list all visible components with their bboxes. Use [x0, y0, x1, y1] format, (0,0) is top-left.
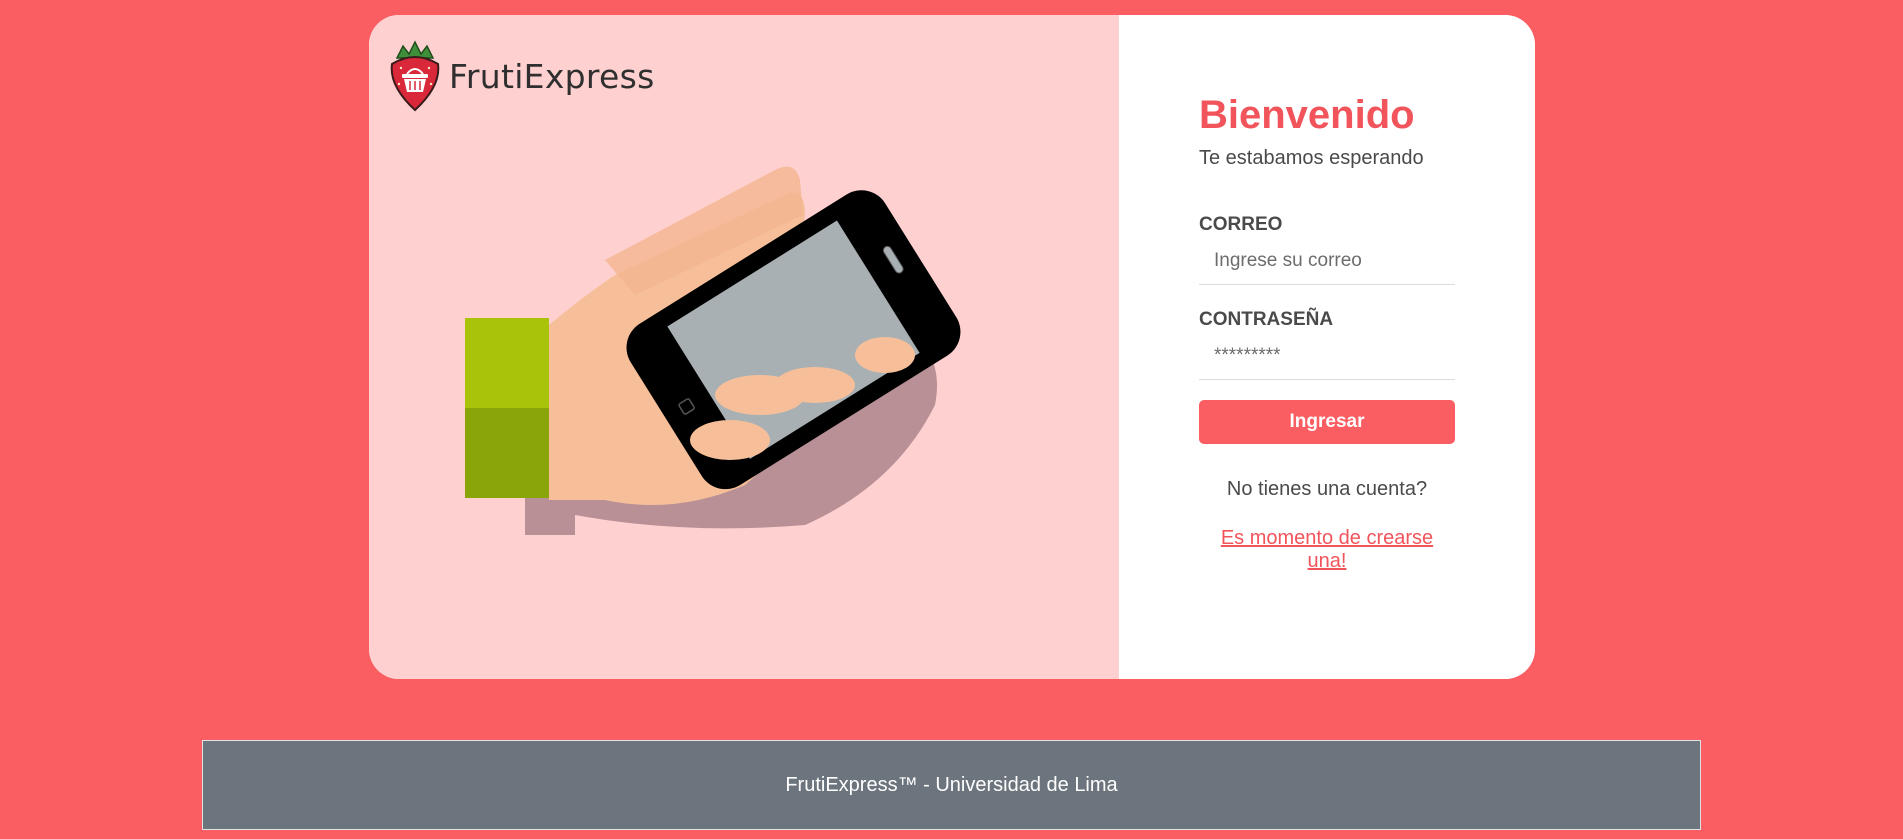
- brand-name: FrutiExpress: [449, 56, 655, 96]
- welcome-title: Bienvenido: [1199, 93, 1415, 137]
- password-input[interactable]: [1199, 339, 1455, 380]
- footer: FrutiExpress™ - Universidad de Lima: [202, 740, 1701, 830]
- hand-holding-phone-illustration: [465, 166, 961, 535]
- password-label: CONTRASEÑA: [1199, 309, 1334, 330]
- brand: FrutiExpress: [389, 40, 655, 112]
- illustration-panel: FrutiExpress: [369, 15, 1119, 679]
- strawberry-basket-icon: [390, 40, 440, 112]
- login-button[interactable]: Ingresar: [1199, 400, 1455, 444]
- login-card: FrutiExpress Bienvenido Te estabamos esp…: [369, 15, 1535, 679]
- login-panel: Bienvenido Te estabamos esperando CORREO…: [1119, 15, 1535, 679]
- signup-link[interactable]: Es momento de crearse una!: [1199, 527, 1455, 573]
- email-label: CORREO: [1199, 214, 1283, 235]
- email-input[interactable]: [1199, 244, 1455, 285]
- footer-text: FrutiExpress™ - Universidad de Lima: [785, 773, 1118, 796]
- welcome-subtitle: Te estabamos esperando: [1199, 147, 1424, 169]
- no-account-text: No tienes una cuenta?: [1226, 478, 1428, 500]
- login-form: Bienvenido Te estabamos esperando CORREO…: [1199, 75, 1455, 573]
